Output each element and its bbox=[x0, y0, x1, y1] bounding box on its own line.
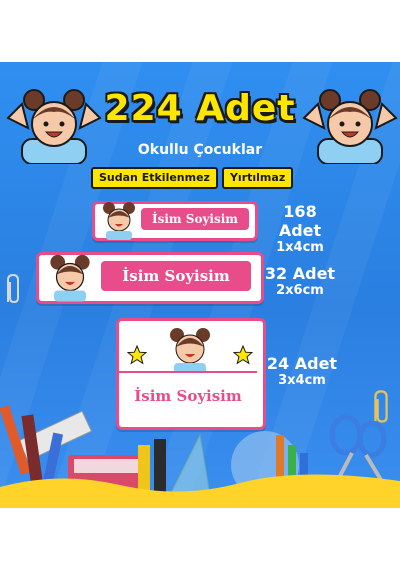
size-value: 2x6cm bbox=[276, 283, 324, 298]
label-sample-medium: İsim Soyisim bbox=[36, 252, 264, 304]
marker-icon bbox=[138, 445, 150, 493]
label-name: İsim Soyisim bbox=[141, 208, 249, 230]
label-name: İsim Soyisim bbox=[101, 261, 251, 291]
product-image: 224 Adet Okullu Çocuklar Sudan Etkilenme… bbox=[0, 0, 400, 570]
label-sample-small: İsim Soyisim bbox=[92, 201, 258, 241]
school-supplies-decoration bbox=[0, 405, 400, 508]
label-count-large: 24 Adet 3x4cm bbox=[266, 354, 338, 389]
paperclip-icon bbox=[7, 273, 19, 304]
girl-mascot-icon bbox=[170, 328, 210, 375]
size-value: 1x4cm bbox=[276, 240, 324, 255]
badge-tear-proof: Yırtılmaz bbox=[221, 167, 294, 189]
girl-mascot-icon bbox=[50, 254, 90, 302]
set-square-icon bbox=[169, 433, 211, 496]
count-value: 24 Adet bbox=[266, 354, 338, 373]
label-count-medium: 32 Adet 2x6cm bbox=[264, 264, 336, 299]
size-value: 3x4cm bbox=[278, 373, 326, 388]
main-title: 224 Adet bbox=[104, 88, 296, 129]
marker-icon bbox=[154, 439, 166, 493]
badge-waterproof: Sudan Etkilenmez bbox=[91, 167, 218, 189]
feature-badges: Sudan Etkilenmez Yırtılmaz bbox=[91, 167, 294, 189]
star-icon bbox=[127, 345, 147, 365]
label-count-small: 168 Adet 1x4cm bbox=[262, 202, 338, 256]
girl-mascot-icon bbox=[103, 202, 135, 240]
count-value: 32 Adet bbox=[264, 264, 336, 283]
count-value: 168 Adet bbox=[278, 202, 322, 240]
subtitle: Okullu Çocuklar bbox=[137, 142, 263, 158]
star-icon bbox=[233, 345, 253, 365]
